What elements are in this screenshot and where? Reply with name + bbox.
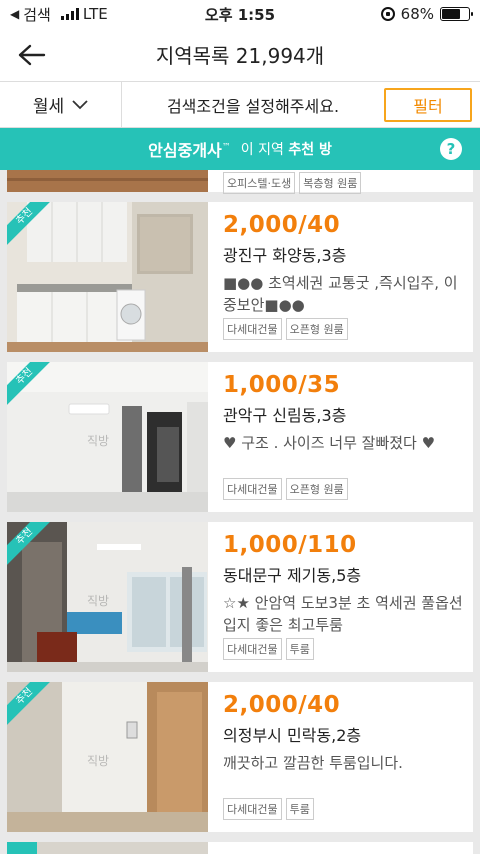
recommend-badge: 추천: [7, 682, 53, 728]
recommend-badge-label: 추천: [7, 202, 53, 248]
room-price: 2,000/40: [223, 212, 341, 238]
banner-highlight: 추천 방: [288, 142, 332, 158]
room-tag: 투룸: [285, 798, 314, 820]
room-price: 1,000/35: [223, 372, 341, 398]
recommend-badge: 추천: [7, 522, 53, 568]
help-icon[interactable]: ?: [440, 138, 462, 160]
safe-agent-banner[interactable]: 안심중개사™ 이 지역 추천 방 ?: [0, 128, 480, 170]
room-tag: 투룸: [285, 638, 314, 660]
room-tag: 다세대건물: [223, 478, 282, 500]
rent-type-label: 월세: [32, 97, 65, 117]
room-tag: 다세대건물: [223, 638, 282, 660]
photo-watermark: 직방: [87, 754, 110, 768]
room-price: 1,000/110: [223, 532, 357, 558]
filter-button[interactable]: 필터: [384, 87, 472, 122]
back-button[interactable]: [0, 28, 64, 82]
room-location: 동대문구 제기동,5층: [223, 566, 362, 585]
list-item-partial[interactable]: 오피스텔·도생 복층형 원룸: [7, 170, 473, 194]
room-location: 관악구 신림동,3층: [223, 406, 347, 425]
battery-percent: 68%: [400, 5, 434, 23]
room-tag: 오픈형 원룸: [285, 318, 348, 340]
list-item[interactable]: 추천 직방 1,000/110 동대문구 제기동,5층 ☆★ 안암역 도보3분 …: [7, 522, 473, 672]
photo-watermark: 직방: [87, 594, 110, 608]
room-photo: 추천: [7, 202, 208, 352]
list-item-partial[interactable]: [7, 842, 473, 854]
banner-text: 이 지역 추천 방: [241, 139, 332, 159]
room-tag: 복층형 원룸: [299, 172, 362, 194]
list-item[interactable]: 추천 2,000/40 광진구 화양동,3층 ■●● 초역세권 교통굿 ,즉시입…: [7, 202, 473, 352]
room-list[interactable]: 오피스텔·도생 복층형 원룸 추천 2,000/40 광진구 화양동,3층 ■●…: [0, 170, 480, 854]
room-photo: [7, 842, 208, 854]
room-photo: 추천 직방: [7, 682, 208, 832]
nav-header: 지역목록 21,994개: [0, 28, 480, 82]
network-label: LTE: [82, 5, 108, 23]
room-photo: 추천 직방: [7, 362, 208, 512]
page-title: 지역목록 21,994개: [155, 44, 325, 68]
photo-watermark: 직방: [87, 434, 110, 448]
room-description: ☆★ 안암역 도보3분 초 역세권 풀옵션 입지 좋은 최고투룸: [223, 594, 463, 634]
chevron-down-icon: [72, 99, 88, 109]
list-item[interactable]: 추천 직방 1,000/35 관악구 신림동,3층 ♥ 구조 . 사이즈 너무 …: [7, 362, 473, 512]
recommend-badge: 추천: [7, 202, 53, 248]
room-description: ♥ 구조 . 사이즈 너무 잘빠졌다 ♥: [223, 434, 436, 452]
signal-icon: [60, 8, 79, 20]
recommend-badge-label: 추천: [7, 522, 53, 568]
status-left: ◀ 검색 LTE: [10, 4, 170, 25]
back-to-app-icon[interactable]: ◀: [10, 7, 19, 21]
rent-type-dropdown[interactable]: 월세: [0, 81, 122, 128]
room-tag: 오픈형 원룸: [285, 478, 348, 500]
recommend-badge-label: 추천: [7, 362, 53, 408]
room-price: 2,000/40: [223, 692, 341, 718]
banner-prefix: 이 지역: [240, 142, 284, 158]
trademark-mark: ™: [221, 142, 231, 153]
banner-brand: 안심중개사™: [148, 137, 231, 161]
room-location: 광진구 화양동,3층: [223, 246, 347, 265]
battery-icon: [440, 7, 473, 21]
list-item[interactable]: 추천 직방 2,000/40 의정부시 민락동,2층 깨끗하고 깔끔한 투룸입니…: [7, 682, 473, 832]
room-photo: 추천 직방: [7, 522, 208, 672]
back-to-app-label[interactable]: 검색: [23, 4, 51, 25]
room-tag: 오피스텔·도생: [223, 172, 296, 194]
filter-bar: 월세 검색조건을 설정해주세요. 필터: [0, 81, 480, 128]
filter-hint[interactable]: 검색조건을 설정해주세요.: [122, 93, 384, 117]
room-photo: [7, 170, 208, 192]
room-description: 깨끗하고 깔끔한 투룸입니다.: [223, 754, 403, 772]
room-description: ■●● 초역세권 교통굿 ,즉시입주, 이중보안■●●: [223, 274, 458, 314]
rotation-lock-icon: [380, 7, 395, 21]
recommend-badge-label: 추천: [7, 682, 53, 728]
recommend-badge: 추천: [7, 362, 53, 408]
status-bar: ◀ 검색 LTE 오후 1:55 68%: [0, 0, 480, 28]
room-tag: 다세대건물: [223, 798, 282, 820]
room-tag: 다세대건물: [223, 318, 282, 340]
back-arrow-icon: [18, 44, 46, 65]
clock: 오후 1:55: [204, 5, 276, 24]
banner-brand-text: 안심중개사: [148, 141, 222, 160]
room-location: 의정부시 민락동,2층: [223, 726, 362, 745]
